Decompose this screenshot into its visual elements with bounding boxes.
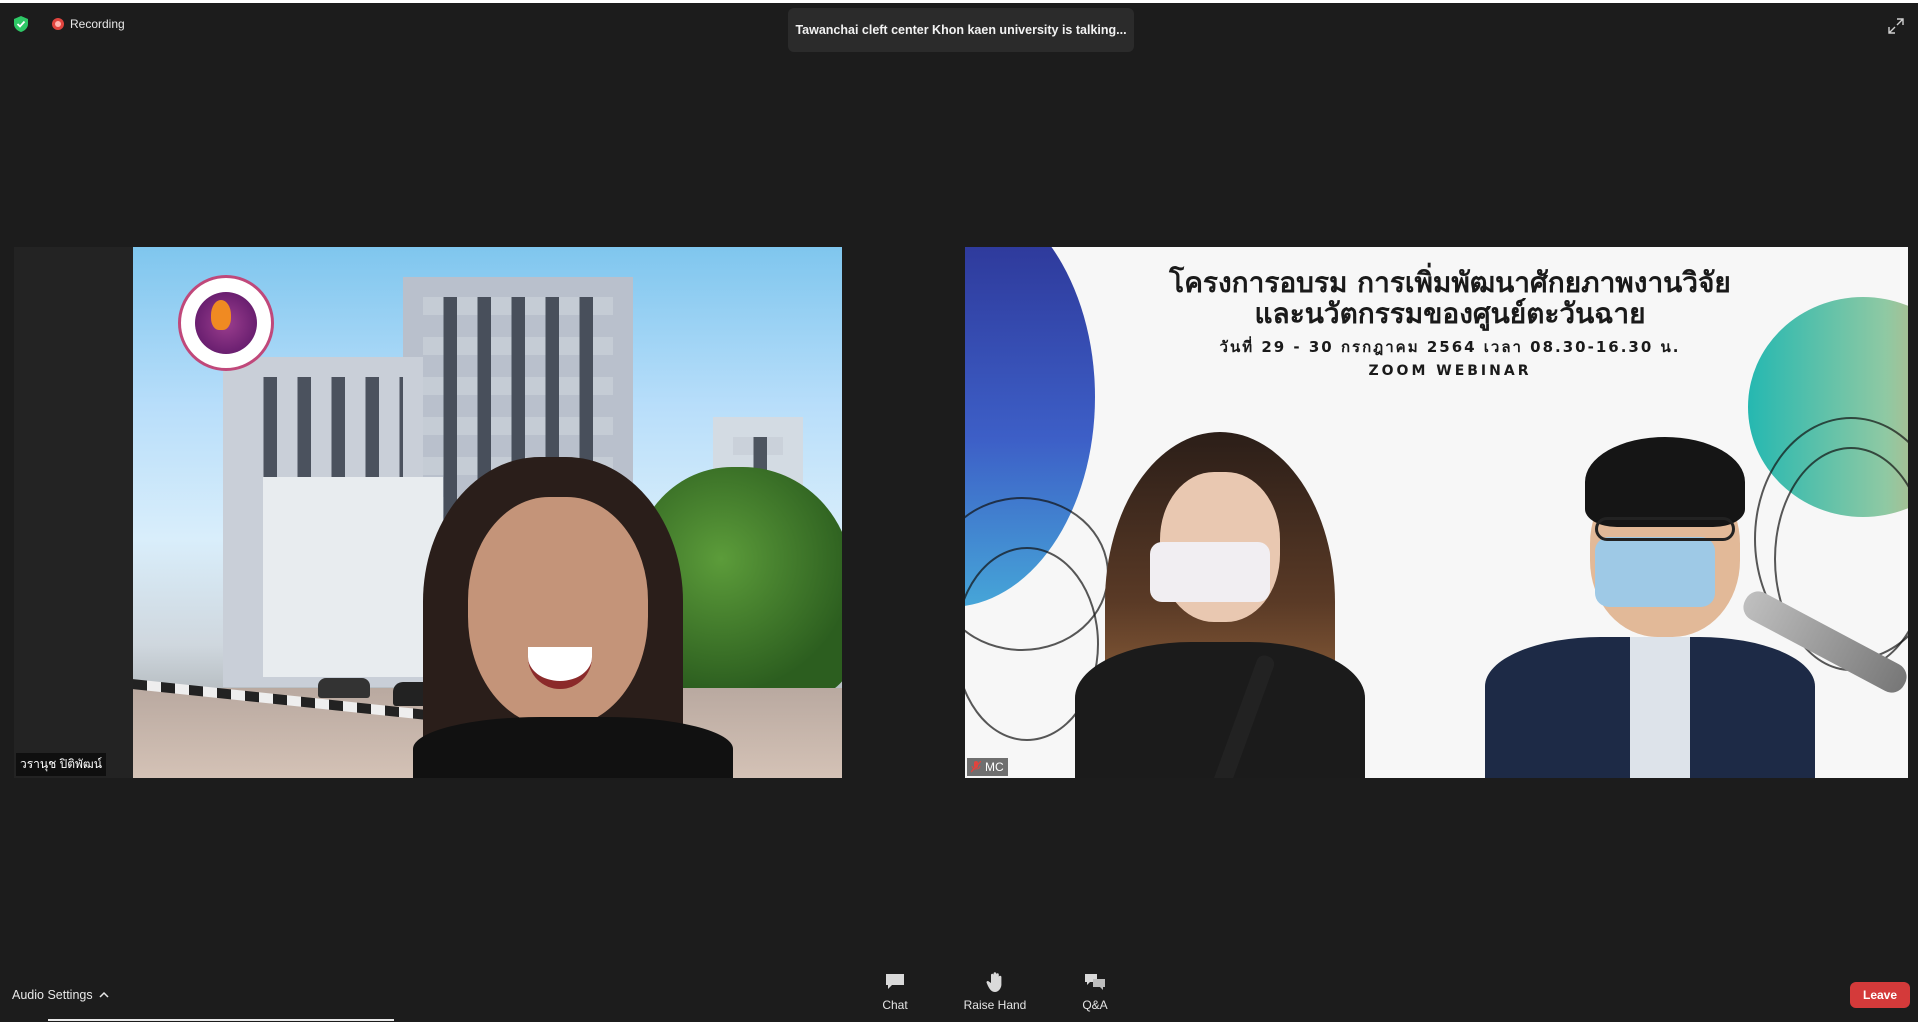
encryption-shield-icon[interactable] bbox=[14, 16, 28, 32]
participant-video bbox=[133, 247, 842, 778]
chat-button[interactable]: Chat bbox=[860, 970, 930, 1012]
fullscreen-expand-icon[interactable] bbox=[1888, 18, 1904, 34]
chat-icon bbox=[886, 974, 904, 989]
slide-title-line1: โครงการอบรม การเพิ่มพัฒนาศักยภาพงานวิจัย bbox=[1169, 266, 1731, 299]
participant-name-tag: วรานุช ปิติพัฒน์ bbox=[16, 753, 106, 776]
slide-platform-line: ZOOM WEBINAR bbox=[1368, 363, 1532, 379]
recording-dot-icon bbox=[52, 18, 64, 30]
participant-name-tag: MC bbox=[967, 758, 1008, 776]
qa-label: Q&A bbox=[1082, 998, 1108, 1012]
meeting-status: Recording bbox=[14, 16, 125, 32]
audio-settings-label: Audio Settings bbox=[12, 988, 93, 1002]
mic-muted-icon bbox=[971, 761, 981, 773]
participant-person bbox=[413, 457, 733, 778]
participant-video: โครงการอบรม การเพิ่มพัฒนาศักยภาพงานวิจัย… bbox=[965, 247, 1908, 778]
video-tile-right[interactable]: โครงการอบรม การเพิ่มพัฒนาศักยภาพงานวิจัย… bbox=[965, 247, 1908, 778]
window-top-edge bbox=[0, 0, 1918, 3]
slide-title-line2: และนวัตกรรมของศูนย์ตะวันฉาย bbox=[1254, 297, 1646, 330]
building-facade bbox=[263, 477, 443, 677]
qa-button[interactable]: Q&A bbox=[1060, 970, 1130, 1012]
audio-settings-button[interactable]: Audio Settings bbox=[12, 988, 109, 1002]
university-seal-logo bbox=[178, 275, 274, 371]
chevron-up-icon bbox=[99, 991, 109, 998]
bottom-divider bbox=[48, 1019, 394, 1021]
zoom-webinar-window: Recording Tawanchai cleft center Khon ka… bbox=[0, 0, 1918, 1022]
raise-hand-button[interactable]: Raise Hand bbox=[960, 970, 1030, 1012]
active-speaker-text: Tawanchai cleft center Khon kaen univers… bbox=[795, 23, 1127, 37]
slide-banner: โครงการอบรม การเพิ่มพัฒนาศักยภาพงานวิจัย… bbox=[1125, 266, 1775, 380]
raise-hand-label: Raise Hand bbox=[963, 998, 1027, 1012]
presenter-woman bbox=[1075, 432, 1365, 778]
qa-icon bbox=[1085, 974, 1105, 990]
active-speaker-banner: Tawanchai cleft center Khon kaen univers… bbox=[788, 8, 1134, 52]
slide-date-line: วันที่ 29 - 30 กรกฎาคม 2564 เวลา 08.30-1… bbox=[1219, 338, 1681, 356]
leave-button[interactable]: Leave bbox=[1850, 982, 1910, 1008]
participant-name: วรานุช ปิติพัฒน์ bbox=[20, 757, 102, 771]
raise-hand-icon bbox=[986, 972, 1002, 992]
chat-label: Chat bbox=[882, 998, 908, 1012]
recording-indicator[interactable]: Recording bbox=[52, 17, 125, 31]
webinar-toolbar: Chat Raise Hand Q&A bbox=[860, 970, 1130, 1012]
leave-label: Leave bbox=[1862, 988, 1898, 1002]
car-image bbox=[318, 678, 370, 698]
participant-name: MC bbox=[985, 760, 1004, 774]
presenter-man bbox=[1485, 437, 1908, 778]
recording-label: Recording bbox=[70, 17, 125, 31]
video-tile-left[interactable]: วรานุช ปิติพัฒน์ bbox=[14, 247, 842, 778]
